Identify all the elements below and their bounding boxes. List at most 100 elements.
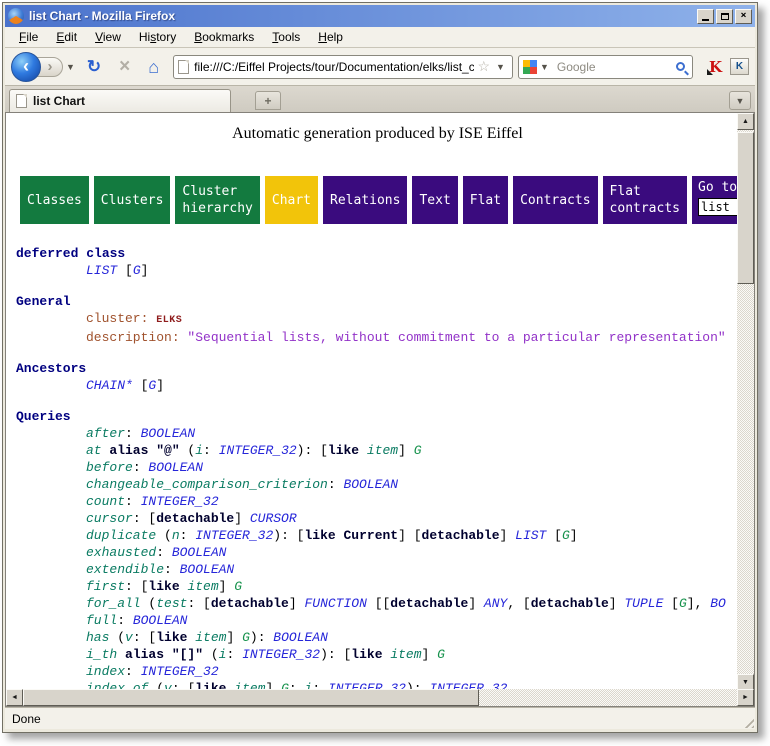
- list-all-tabs-button[interactable]: ▼: [729, 91, 751, 110]
- class-link[interactable]: LIST: [86, 263, 117, 278]
- doc-button-cluster-hierarchy[interactable]: Cluster hierarchy: [175, 176, 259, 224]
- code-token: detachable: [422, 528, 500, 543]
- class-link[interactable]: BO: [710, 596, 726, 611]
- search-input[interactable]: Google: [557, 60, 676, 74]
- code-token: ]: [422, 647, 438, 662]
- code-token: extendible: [86, 562, 164, 577]
- class-link[interactable]: BOOLEAN: [343, 477, 398, 492]
- minimize-button[interactable]: [697, 9, 714, 24]
- code-token: ]: [398, 443, 414, 458]
- tab-list-chart[interactable]: list Chart: [9, 89, 231, 112]
- kaspersky-addon-icon[interactable]: K: [709, 58, 722, 76]
- doc-button-text[interactable]: Text: [412, 176, 457, 224]
- class-link[interactable]: BOOLEAN: [148, 460, 203, 475]
- horizontal-scroll-thumb[interactable]: [23, 689, 479, 706]
- code-token: ],: [687, 596, 710, 611]
- class-link[interactable]: BOOLEAN: [180, 562, 235, 577]
- code-line: count: INTEGER_32: [16, 493, 737, 510]
- code-token: :: [203, 443, 219, 458]
- scroll-right-button[interactable]: ►: [737, 689, 754, 706]
- menu-history[interactable]: History: [131, 28, 184, 46]
- resize-grip[interactable]: [741, 715, 754, 728]
- code-token: full: [86, 613, 117, 628]
- code-token: :: [156, 545, 172, 560]
- maximize-icon: [721, 13, 729, 20]
- url-dropdown-icon[interactable]: ▼: [496, 62, 505, 72]
- class-link[interactable]: CHAIN*: [86, 378, 133, 393]
- class-link[interactable]: CURSOR: [250, 511, 297, 526]
- class-link[interactable]: LIST: [515, 528, 546, 543]
- close-button[interactable]: ×: [735, 9, 752, 24]
- k-addon-button[interactable]: K: [730, 58, 749, 75]
- minimize-icon: [702, 19, 709, 21]
- class-link[interactable]: INTEGER_32: [195, 528, 273, 543]
- class-link[interactable]: INTEGER_32: [141, 664, 219, 679]
- code-line: after: BOOLEAN: [16, 425, 737, 442]
- class-link[interactable]: FUNCTION: [304, 596, 366, 611]
- goto-input[interactable]: [698, 198, 737, 216]
- url-text[interactable]: file:///C:/Eiffel Projects/tour/Document…: [194, 60, 474, 74]
- class-link[interactable]: INTEGER_32: [219, 443, 297, 458]
- browser-window: list Chart - Mozilla Firefox × FileEditV…: [2, 2, 758, 733]
- code-token: ]: [609, 596, 625, 611]
- search-engine-dropdown-icon[interactable]: ▼: [540, 62, 549, 72]
- bookmark-star-icon[interactable]: ☆: [477, 58, 490, 75]
- code-token: ]: [468, 596, 484, 611]
- code-token: ]: [234, 511, 250, 526]
- code-token: at: [86, 443, 109, 458]
- vertical-scroll-thumb[interactable]: [737, 132, 754, 284]
- doc-button-chart[interactable]: Chart: [265, 176, 318, 224]
- stop-button[interactable]: ×: [119, 57, 130, 76]
- vertical-scrollbar[interactable]: ▲ ▼: [737, 113, 754, 691]
- search-box[interactable]: ▼ Google: [518, 55, 693, 79]
- doc-button-flat[interactable]: Flat: [463, 176, 508, 224]
- firefox-icon: [8, 8, 24, 24]
- class-link[interactable]: BOOLEAN: [141, 426, 196, 441]
- scroll-left-button[interactable]: ◄: [6, 689, 23, 706]
- home-button[interactable]: ⌂: [148, 58, 159, 76]
- scroll-up-button[interactable]: ▲: [737, 113, 754, 130]
- back-button[interactable]: ‹: [11, 52, 41, 82]
- menu-tools[interactable]: Tools: [264, 28, 308, 46]
- code-token: duplicate: [86, 528, 156, 543]
- doc-button-contracts[interactable]: Contracts: [513, 176, 597, 224]
- code-token: ]: [500, 528, 516, 543]
- class-link[interactable]: G: [133, 263, 141, 278]
- maximize-button[interactable]: [716, 9, 733, 24]
- code-line: exhausted: BOOLEAN: [16, 544, 737, 561]
- class-link[interactable]: BOOLEAN: [133, 613, 188, 628]
- code-token: G: [437, 647, 445, 662]
- code-token: ]: [219, 579, 235, 594]
- code-line: CHAIN* [G]: [16, 377, 737, 394]
- class-link[interactable]: INTEGER_32: [141, 494, 219, 509]
- code-token: , [: [507, 596, 530, 611]
- code-token: (: [203, 647, 219, 662]
- reload-button[interactable]: ↻: [87, 58, 101, 75]
- goto-box: Go to:: [692, 176, 737, 224]
- menu-view[interactable]: View: [87, 28, 129, 46]
- horizontal-scrollbar[interactable]: ◄ ►: [6, 689, 754, 706]
- menu-edit[interactable]: Edit: [48, 28, 85, 46]
- history-dropdown-icon[interactable]: ▼: [66, 62, 75, 72]
- new-tab-button[interactable]: +: [255, 91, 281, 110]
- code-token: item: [367, 443, 398, 458]
- code-token: description:: [86, 330, 187, 345]
- doc-button-classes[interactable]: Classes: [20, 176, 89, 224]
- menu-help[interactable]: Help: [310, 28, 351, 46]
- search-magnifier-icon[interactable]: [676, 62, 685, 71]
- content-area: Automatic generation produced by ISE Eif…: [5, 112, 755, 707]
- menu-bookmarks[interactable]: Bookmarks: [186, 28, 262, 46]
- doc-body: deferred classLIST [G]Generalcluster: EL…: [16, 245, 737, 691]
- menu-file[interactable]: File: [11, 28, 46, 46]
- doc-button-clusters[interactable]: Clusters: [94, 176, 171, 224]
- code-token: ): [: [273, 528, 304, 543]
- doc-button-relations[interactable]: Relations: [323, 176, 407, 224]
- class-link[interactable]: BOOLEAN: [172, 545, 227, 560]
- class-link[interactable]: TUPLE: [624, 596, 663, 611]
- class-link[interactable]: BOOLEAN: [273, 630, 328, 645]
- class-link[interactable]: ANY: [484, 596, 507, 611]
- class-link[interactable]: INTEGER_32: [242, 647, 320, 662]
- doc-button-flat-contracts[interactable]: Flat contracts: [603, 176, 687, 224]
- address-bar[interactable]: file:///C:/Eiffel Projects/tour/Document…: [173, 55, 513, 79]
- code-token: : [: [187, 596, 210, 611]
